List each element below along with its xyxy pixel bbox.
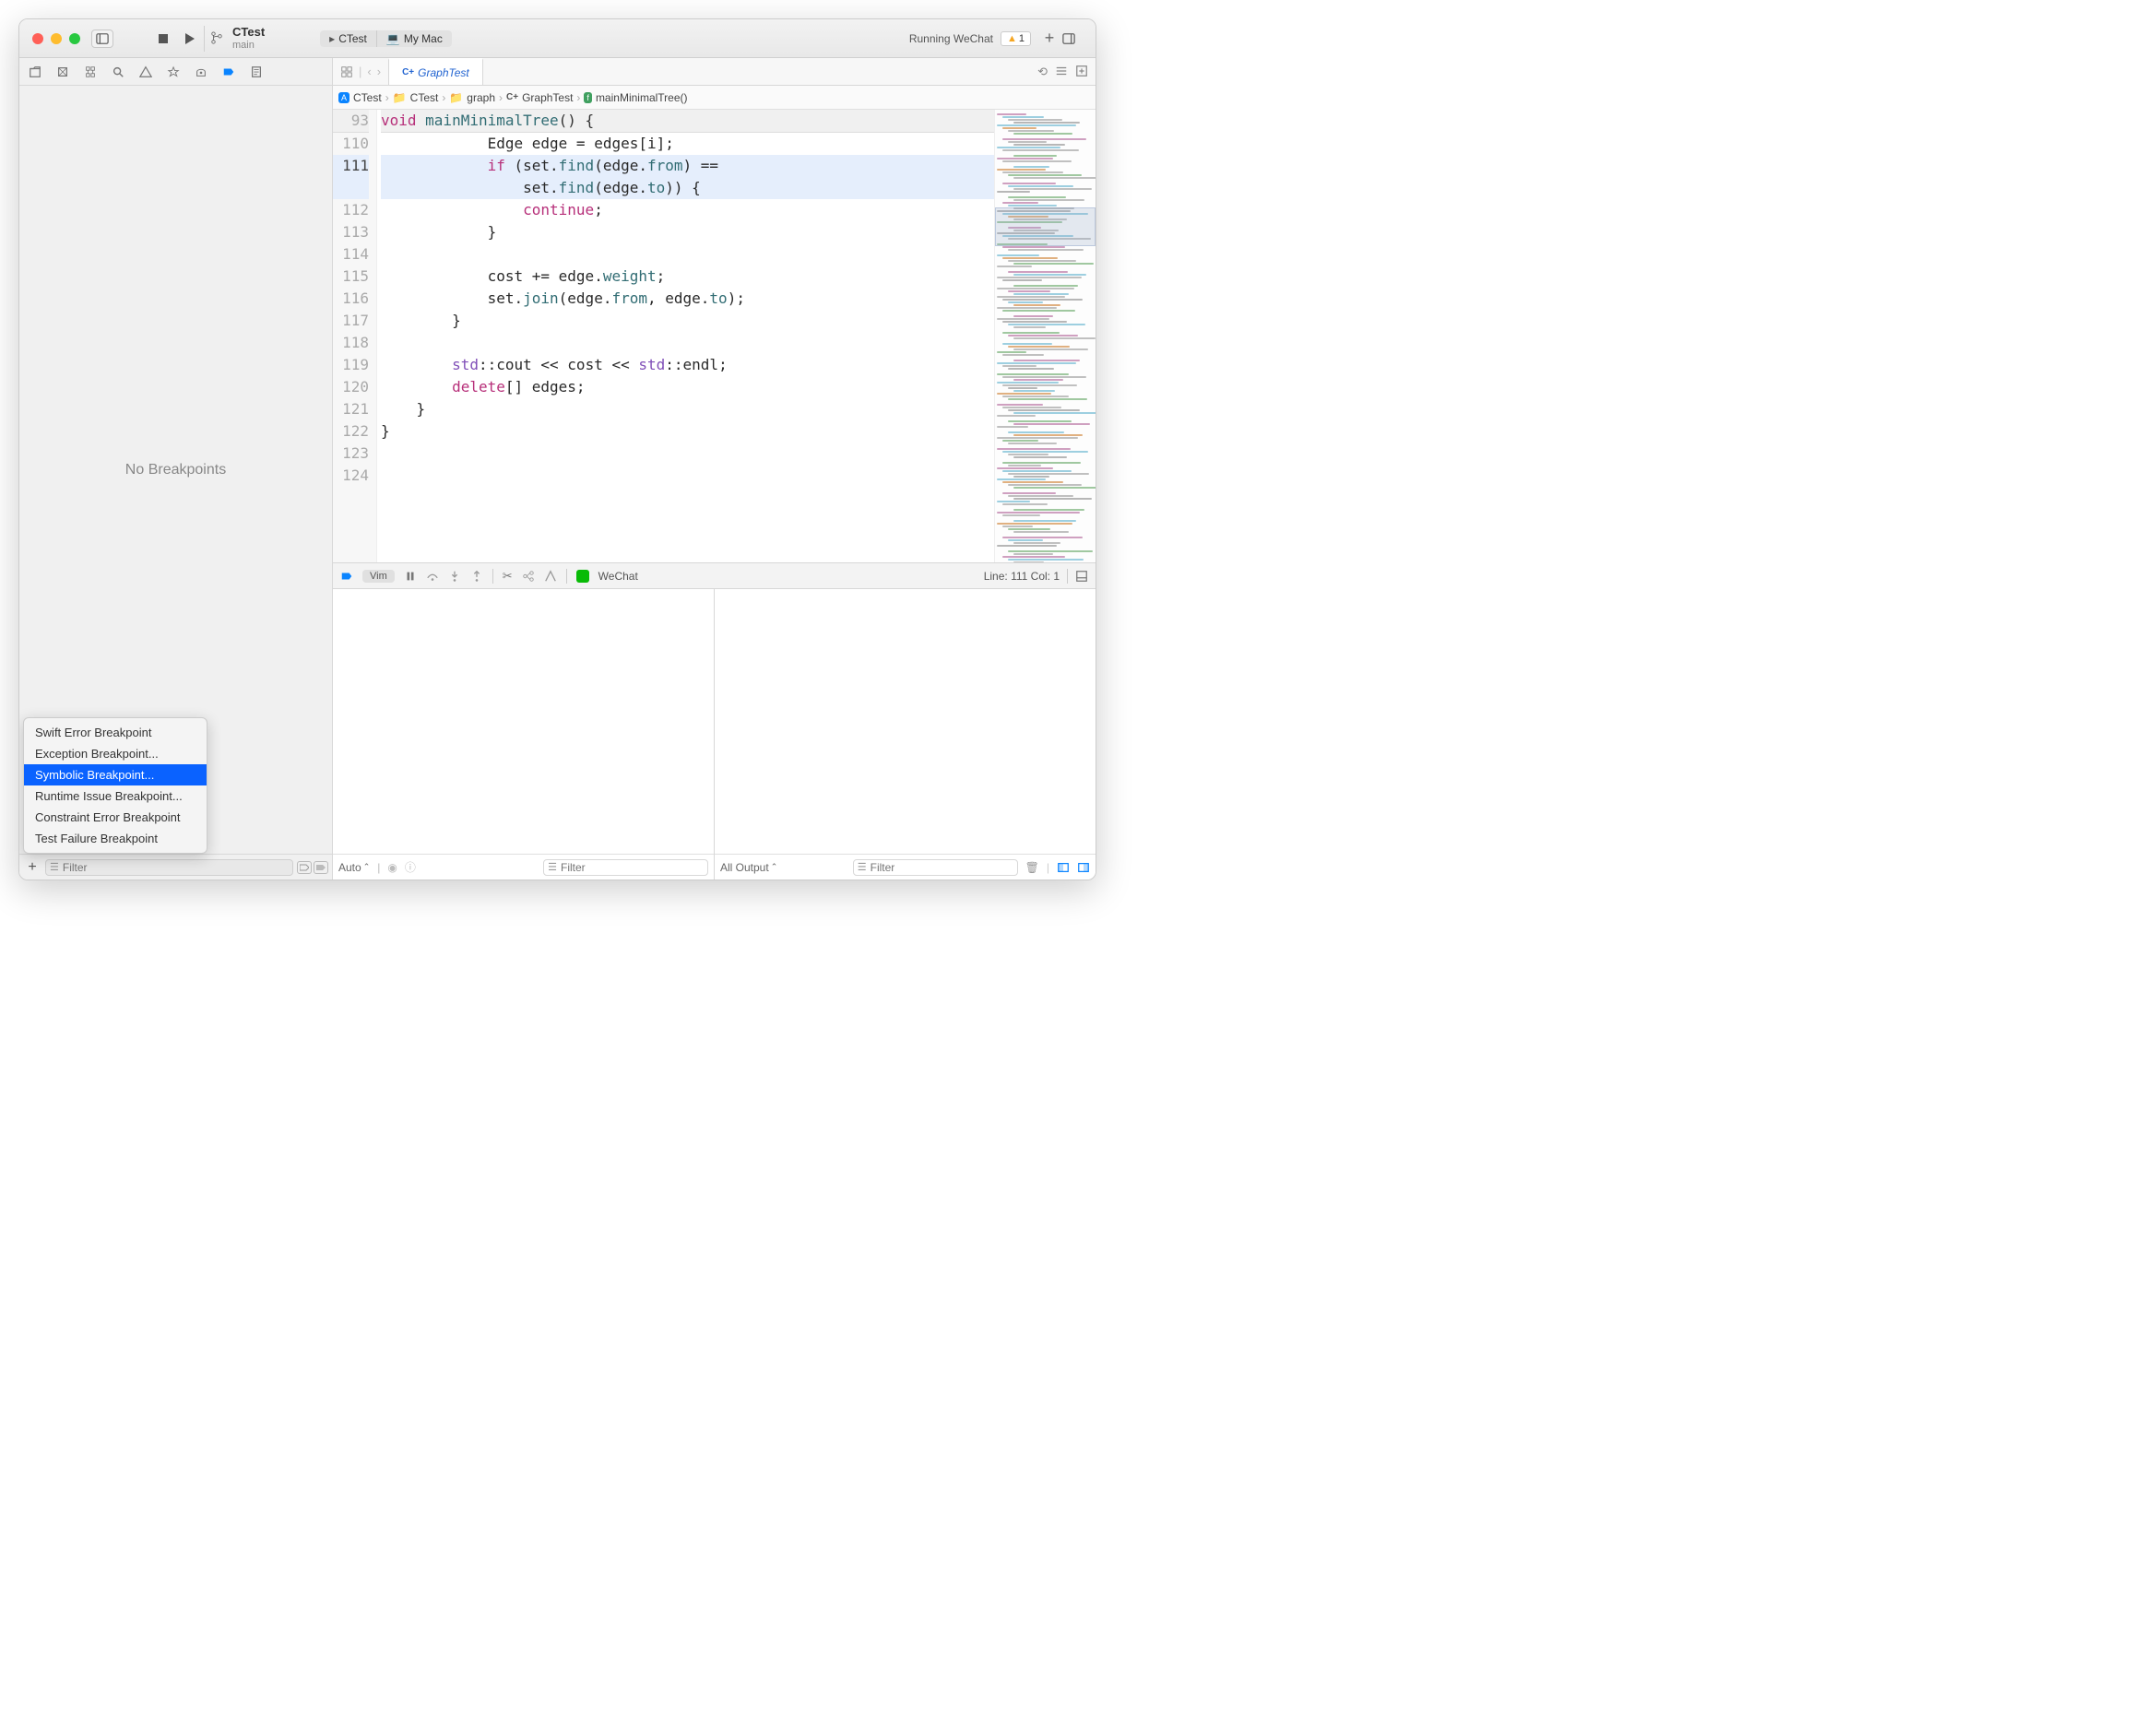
navigator-filter[interactable]: ☰	[45, 859, 293, 876]
variables-scope-select[interactable]: Auto ⌃	[338, 861, 370, 874]
branch-name: main	[232, 40, 265, 51]
navigator-selector	[19, 58, 332, 86]
close-icon[interactable]	[32, 33, 43, 44]
console-filter-input[interactable]	[871, 861, 1013, 874]
navigator-filter-input[interactable]	[63, 861, 289, 874]
step-out-icon[interactable]	[470, 570, 483, 583]
minimize-icon[interactable]	[51, 33, 62, 44]
navigator-footer: + ☰	[19, 854, 332, 880]
warning-icon: ▲	[1007, 33, 1017, 44]
xcode-window: CTest main ▸CTest 💻My Mac Running WeChat…	[18, 18, 1096, 880]
breakpoint-navigator: No Breakpoints + ☰ Swift Error Breakpoin…	[19, 58, 333, 880]
project-title[interactable]: CTest main	[232, 26, 265, 50]
project-name: CTest	[232, 26, 265, 39]
editor-options-icon[interactable]	[1055, 65, 1068, 79]
toggle-navigator-button[interactable]	[91, 30, 113, 48]
menu-item[interactable]: Runtime Issue Breakpoint...	[24, 785, 207, 807]
project-navigator-icon[interactable]	[29, 65, 56, 78]
variables-filter-input[interactable]	[561, 861, 704, 874]
tab-bar: | ‹ › C+ GraphTest ⟲	[333, 58, 1096, 86]
cpp-file-icon: C+	[402, 67, 414, 77]
variables-filter[interactable]: ☰	[543, 859, 708, 876]
refresh-icon[interactable]: ⟲	[1037, 65, 1048, 79]
code-content[interactable]: void mainMinimalTree() { Edge edge = edg…	[377, 110, 994, 562]
pause-icon[interactable]	[404, 570, 417, 583]
debug-bar: Vim ✂ WeChat Line: 111 Col: 1	[333, 562, 1096, 588]
menu-item[interactable]: Test Failure Breakpoint	[24, 828, 207, 849]
step-into-icon[interactable]	[448, 570, 461, 583]
show-console-icon[interactable]	[1077, 861, 1090, 874]
related-items-icon[interactable]	[340, 65, 353, 78]
toggle-debug-area-icon[interactable]	[1075, 570, 1088, 583]
zoom-icon[interactable]	[69, 33, 80, 44]
warnings-badge[interactable]: ▲ 1	[1001, 31, 1031, 46]
quicklook-icon[interactable]: ◉	[387, 861, 397, 874]
console-output-select[interactable]: All Output ⌃	[720, 861, 777, 874]
vim-mode-badge[interactable]: Vim	[362, 570, 395, 583]
titlebar: CTest main ▸CTest 💻My Mac Running WeChat…	[19, 19, 1096, 58]
scope-toggle-1[interactable]	[297, 861, 312, 874]
minimap[interactable]	[994, 110, 1096, 562]
environment-override-icon[interactable]	[544, 570, 557, 583]
scheme-device[interactable]: 💻My Mac	[377, 30, 452, 47]
symbol-navigator-icon[interactable]	[84, 65, 112, 78]
add-breakpoint-button[interactable]: +	[23, 859, 41, 876]
menu-item[interactable]: Constraint Error Breakpoint	[24, 807, 207, 828]
function-icon: f	[584, 92, 592, 103]
cursor-position: Line: 111 Col: 1	[984, 570, 1060, 583]
step-over-icon[interactable]	[426, 570, 439, 583]
file-tab-label: GraphTest	[418, 66, 469, 79]
menu-item[interactable]: Exception Breakpoint...	[24, 743, 207, 764]
toggle-inspector-button[interactable]	[1062, 32, 1088, 45]
cpp-file-icon: C+	[506, 92, 518, 102]
test-navigator-icon[interactable]	[167, 65, 195, 78]
breakpoint-navigator-icon[interactable]	[222, 65, 250, 78]
file-tab[interactable]: C+ GraphTest	[388, 58, 483, 85]
variables-view: Auto ⌃ | ◉ ⓘ ☰	[333, 589, 714, 880]
run-button[interactable]	[176, 31, 202, 46]
window-traffic-lights	[19, 33, 80, 44]
editor-area: | ‹ › C+ GraphTest ⟲ ACTest › 📁CTest	[333, 58, 1096, 880]
console-filter[interactable]: ☰	[853, 859, 1018, 876]
source-editor[interactable]: 93110111 1121131141151161171181191201211…	[333, 110, 994, 562]
activity-status: Running WeChat	[909, 32, 993, 45]
line-gutter[interactable]: 93110111 1121131141151161171181191201211…	[333, 110, 377, 562]
wechat-process-icon	[576, 570, 589, 583]
breakpoint-toggle-icon[interactable]	[340, 570, 353, 583]
jump-bar[interactable]: ACTest › 📁CTest › 📁graph › C+GraphTest ›…	[333, 86, 1096, 110]
folder-icon: 📁	[393, 91, 407, 104]
app-icon: A	[338, 92, 349, 103]
add-tab-button[interactable]: +	[1037, 29, 1062, 48]
back-button[interactable]: ‹	[367, 65, 371, 78]
scope-toggle-2[interactable]	[314, 861, 328, 874]
find-navigator-icon[interactable]	[112, 65, 139, 78]
trash-icon[interactable]: 🗑	[1025, 861, 1039, 874]
branch-icon	[210, 31, 223, 44]
console-view: All Output ⌃ ☰ 🗑 |	[714, 589, 1096, 880]
forward-button[interactable]: ›	[377, 65, 381, 78]
filter-icon: ☰	[858, 861, 867, 873]
add-editor-icon[interactable]	[1075, 65, 1088, 79]
filter-icon: ☰	[548, 861, 557, 873]
scheme-target[interactable]: ▸CTest	[320, 30, 377, 47]
add-breakpoint-menu: Swift Error BreakpointException Breakpoi…	[23, 717, 207, 854]
debug-navigator-icon[interactable]	[195, 65, 222, 78]
show-variables-icon[interactable]	[1057, 861, 1070, 874]
menu-item[interactable]: Swift Error Breakpoint	[24, 722, 207, 743]
empty-state-label: No Breakpoints	[125, 462, 226, 478]
process-name[interactable]: WeChat	[598, 570, 638, 583]
issue-navigator-icon[interactable]	[139, 65, 167, 78]
report-navigator-icon[interactable]	[250, 65, 278, 78]
menu-item[interactable]: Symbolic Breakpoint...	[24, 764, 207, 785]
info-icon[interactable]: ⓘ	[405, 859, 416, 875]
sourcecontrol-navigator-icon[interactable]	[56, 65, 84, 78]
filter-icon: ☰	[50, 861, 59, 873]
memory-graph-icon[interactable]	[522, 570, 535, 583]
stop-button[interactable]	[150, 31, 176, 46]
folder-icon: 📁	[449, 91, 463, 104]
debug-view-icon[interactable]: ✂	[503, 569, 513, 584]
debug-area: Auto ⌃ | ◉ ⓘ ☰ All Output ⌃	[333, 588, 1096, 880]
